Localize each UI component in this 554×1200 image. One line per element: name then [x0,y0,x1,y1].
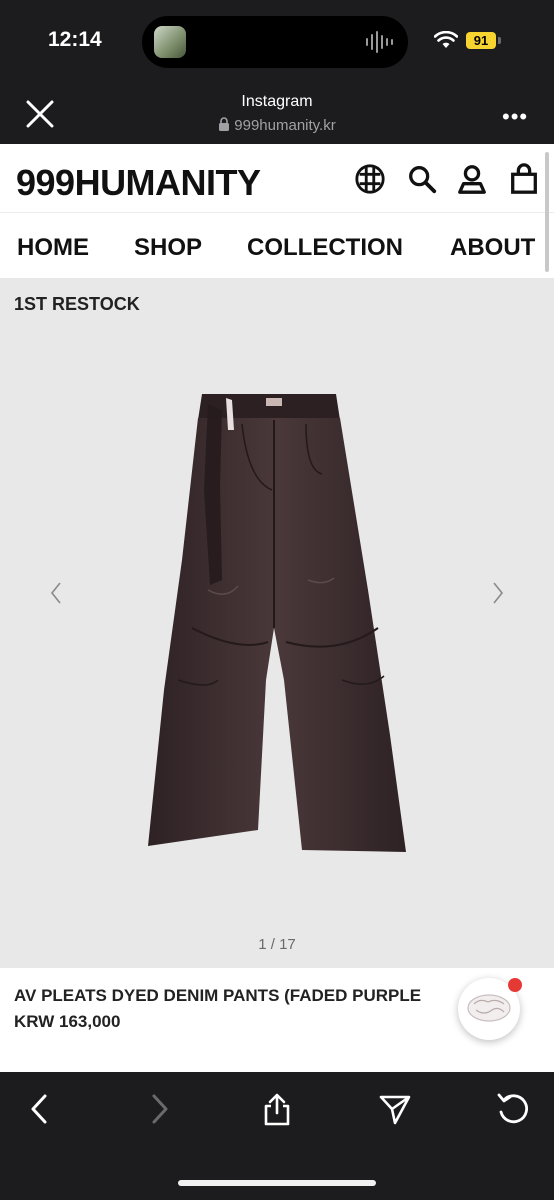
nav-shop[interactable]: SHOP [134,234,202,262]
bag-icon[interactable] [508,162,540,196]
lock-icon [219,117,230,131]
header-divider [0,212,554,213]
battery-cap [498,37,501,44]
restock-badge: 1ST RESTOCK [14,294,140,314]
reload-icon[interactable] [496,1092,530,1126]
nav-collection[interactable]: COLLECTION [247,234,403,262]
product-image-carousel[interactable]: 1ST RESTOCK 1 / 17 [0,278,554,968]
chevron-right-icon[interactable] [490,580,506,606]
globe-icon[interactable] [354,162,386,196]
home-indicator[interactable] [178,1180,376,1186]
notification-dot [508,978,522,992]
product-price: KRW 163,000 [14,1012,121,1031]
send-icon[interactable] [378,1092,412,1126]
share-icon[interactable] [260,1092,294,1126]
nav-home[interactable]: HOME [17,234,89,262]
web-page: 999HUMANITY HOME SHOP COLLECTION ABOUT 1… [0,144,554,1072]
audio-wave-icon [366,31,393,53]
more-icon[interactable]: ••• [502,104,528,130]
chevron-left-icon[interactable] [48,580,64,606]
product-title: AV PLEATS DYED DENIM PANTS (FADED PURPLE [14,986,422,1005]
nav-about[interactable]: ABOUT [450,234,535,262]
page-scrollbar[interactable] [545,152,549,272]
user-icon[interactable] [456,162,488,196]
product-image-pants [148,394,406,852]
browser-url-text: 999humanity.kr [234,117,336,134]
back-icon[interactable] [24,1092,58,1126]
site-logo[interactable]: 999HUMANITY [16,162,261,204]
forward-icon[interactable] [142,1092,176,1126]
status-time: 12:14 [48,28,102,51]
wifi-icon [434,31,458,48]
now-playing-thumbnail [154,26,186,58]
image-counter: 1 / 17 [258,936,296,953]
dynamic-island[interactable] [142,16,408,68]
battery-indicator: 91 [466,32,496,49]
chat-icon [467,994,511,1022]
browser-title: Instagram [241,93,313,110]
search-icon[interactable] [406,162,438,196]
browser-url[interactable]: 999humanity.kr [0,117,554,134]
